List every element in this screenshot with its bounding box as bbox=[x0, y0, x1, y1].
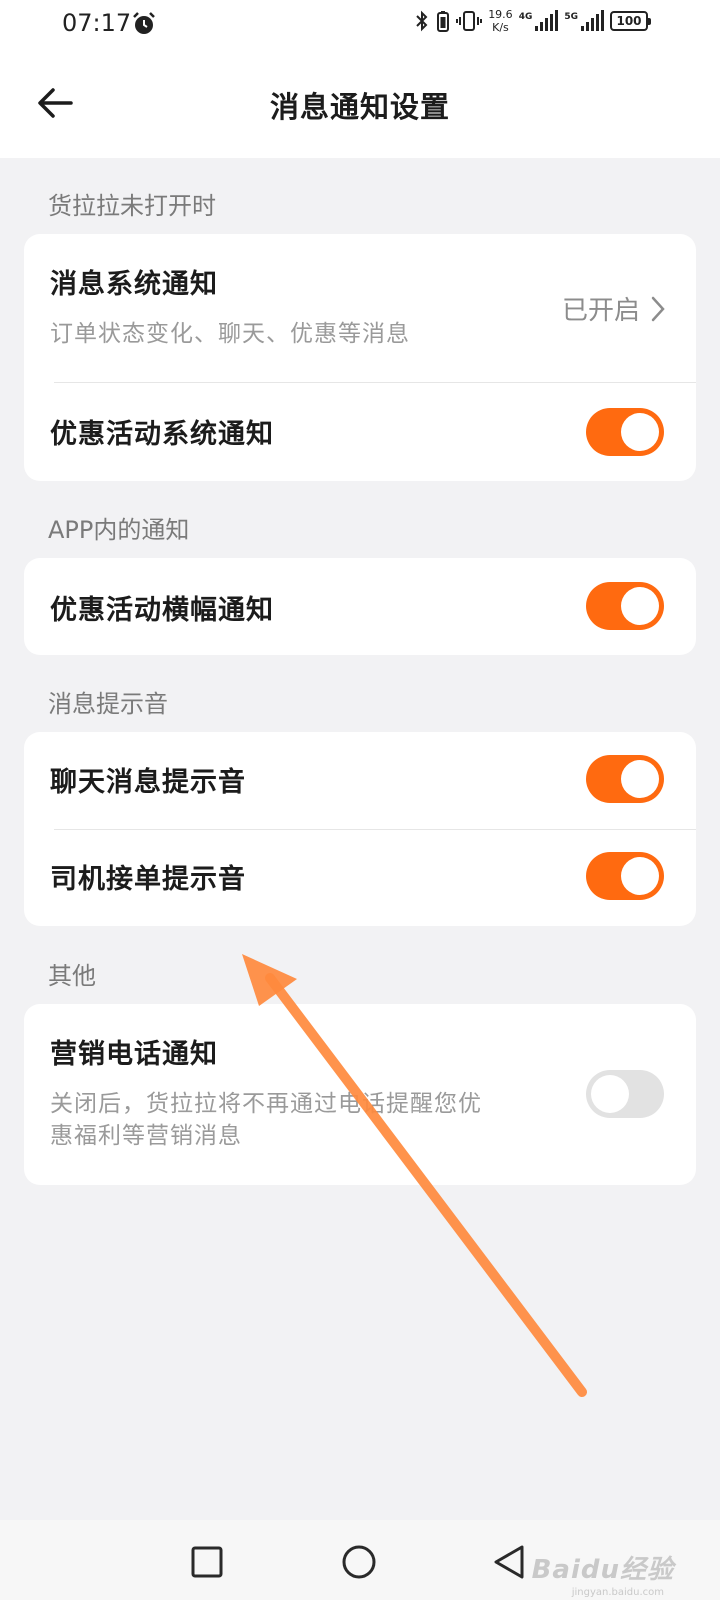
row-driver-accept-sound: 司机接单提示音 bbox=[24, 829, 696, 926]
section-label-in-app: APP内的通知 bbox=[48, 516, 190, 544]
watermark: Baidu经验 bbox=[531, 1555, 674, 1585]
promo-system-notify-toggle[interactable] bbox=[586, 408, 664, 456]
circle-icon bbox=[342, 1545, 376, 1579]
toggle-knob bbox=[621, 413, 659, 451]
alarm-icon bbox=[131, 11, 157, 41]
row-promo-banner-notify: 优惠活动横幅通知 bbox=[24, 558, 696, 655]
row-chat-sound: 聊天消息提示音 bbox=[24, 732, 696, 829]
battery-icon: 100 bbox=[610, 11, 651, 31]
row-title: 优惠活动横幅通知 bbox=[50, 595, 274, 626]
card-closed-app: 消息系统通知 订单状态变化、聊天、优惠等消息 已开启 优惠活动系统通知 bbox=[24, 234, 696, 481]
page-title: 消息通知设置 bbox=[269, 90, 450, 124]
row-desc: 订单状态变化、聊天、优惠等消息 bbox=[50, 321, 410, 347]
toggle-knob bbox=[621, 857, 659, 895]
signal-icon bbox=[535, 10, 559, 31]
card-sound: 聊天消息提示音 司机接单提示音 bbox=[24, 732, 696, 926]
chevron-right-icon bbox=[651, 296, 665, 321]
row-marketing-call: 营销电话通知 关闭后，货拉拉将不再通过电话提醒您优 惠福利等营销消息 bbox=[24, 1004, 696, 1185]
row-title: 消息系统通知 bbox=[50, 269, 218, 300]
section-label-closed-app: 货拉拉未打开时 bbox=[48, 192, 216, 220]
net-speed: 19.6 K/s bbox=[488, 8, 513, 34]
row-system-notify[interactable]: 消息系统通知 订单状态变化、聊天、优惠等消息 已开启 bbox=[24, 234, 696, 382]
card-in-app: 优惠活动横幅通知 bbox=[24, 558, 696, 655]
row-promo-system-notify: 优惠活动系统通知 bbox=[24, 382, 696, 481]
chat-sound-toggle[interactable] bbox=[586, 755, 664, 803]
navigation-bar: Baidu经验 jingyan.baidu.com bbox=[0, 1520, 720, 1600]
driver-accept-sound-toggle[interactable] bbox=[586, 852, 664, 900]
status-icons: 19.6 K/s 4G 5G 100 bbox=[414, 8, 651, 34]
sim2-type: 5G bbox=[564, 12, 578, 22]
status-bar: 07:17 19.6 K/s 4G 5G 100 bbox=[0, 0, 720, 54]
signal-icon bbox=[581, 10, 604, 31]
card-other: 营销电话通知 关闭后，货拉拉将不再通过电话提醒您优 惠福利等营销消息 bbox=[24, 1004, 696, 1185]
toggle-knob bbox=[621, 760, 659, 798]
watermark-sub: jingyan.baidu.com bbox=[571, 1587, 664, 1598]
section-label-other: 其他 bbox=[48, 962, 96, 990]
system-notify-value: 已开启 bbox=[562, 290, 666, 327]
back-nav-button[interactable] bbox=[487, 1540, 531, 1584]
header: 消息通知设置 bbox=[0, 54, 720, 158]
battery-saver-icon bbox=[437, 11, 450, 32]
row-title: 聊天消息提示音 bbox=[50, 767, 246, 798]
recent-apps-button[interactable] bbox=[185, 1540, 229, 1584]
sim1-type: 4G bbox=[518, 12, 533, 22]
section-label-sound: 消息提示音 bbox=[48, 690, 168, 718]
row-title: 司机接单提示音 bbox=[50, 864, 246, 895]
row-desc-line1: 关闭后，货拉拉将不再通过电话提醒您优 bbox=[50, 1091, 482, 1117]
bluetooth-icon bbox=[416, 10, 428, 32]
vibrate-icon bbox=[456, 11, 483, 31]
toggle-knob bbox=[591, 1075, 629, 1113]
square-icon bbox=[191, 1546, 223, 1578]
triangle-back-icon bbox=[494, 1545, 524, 1579]
marketing-call-toggle[interactable] bbox=[586, 1070, 664, 1118]
status-text: 已开启 bbox=[561, 296, 640, 326]
promo-banner-notify-toggle[interactable] bbox=[586, 582, 664, 630]
status-time: 07:17 bbox=[62, 9, 132, 37]
arrow-head bbox=[242, 954, 297, 1006]
home-button[interactable] bbox=[337, 1540, 381, 1584]
toggle-knob bbox=[621, 587, 659, 625]
row-title: 营销电话通知 bbox=[50, 1039, 218, 1070]
row-title: 优惠活动系统通知 bbox=[50, 419, 274, 450]
row-desc-line2: 惠福利等营销消息 bbox=[50, 1123, 242, 1149]
